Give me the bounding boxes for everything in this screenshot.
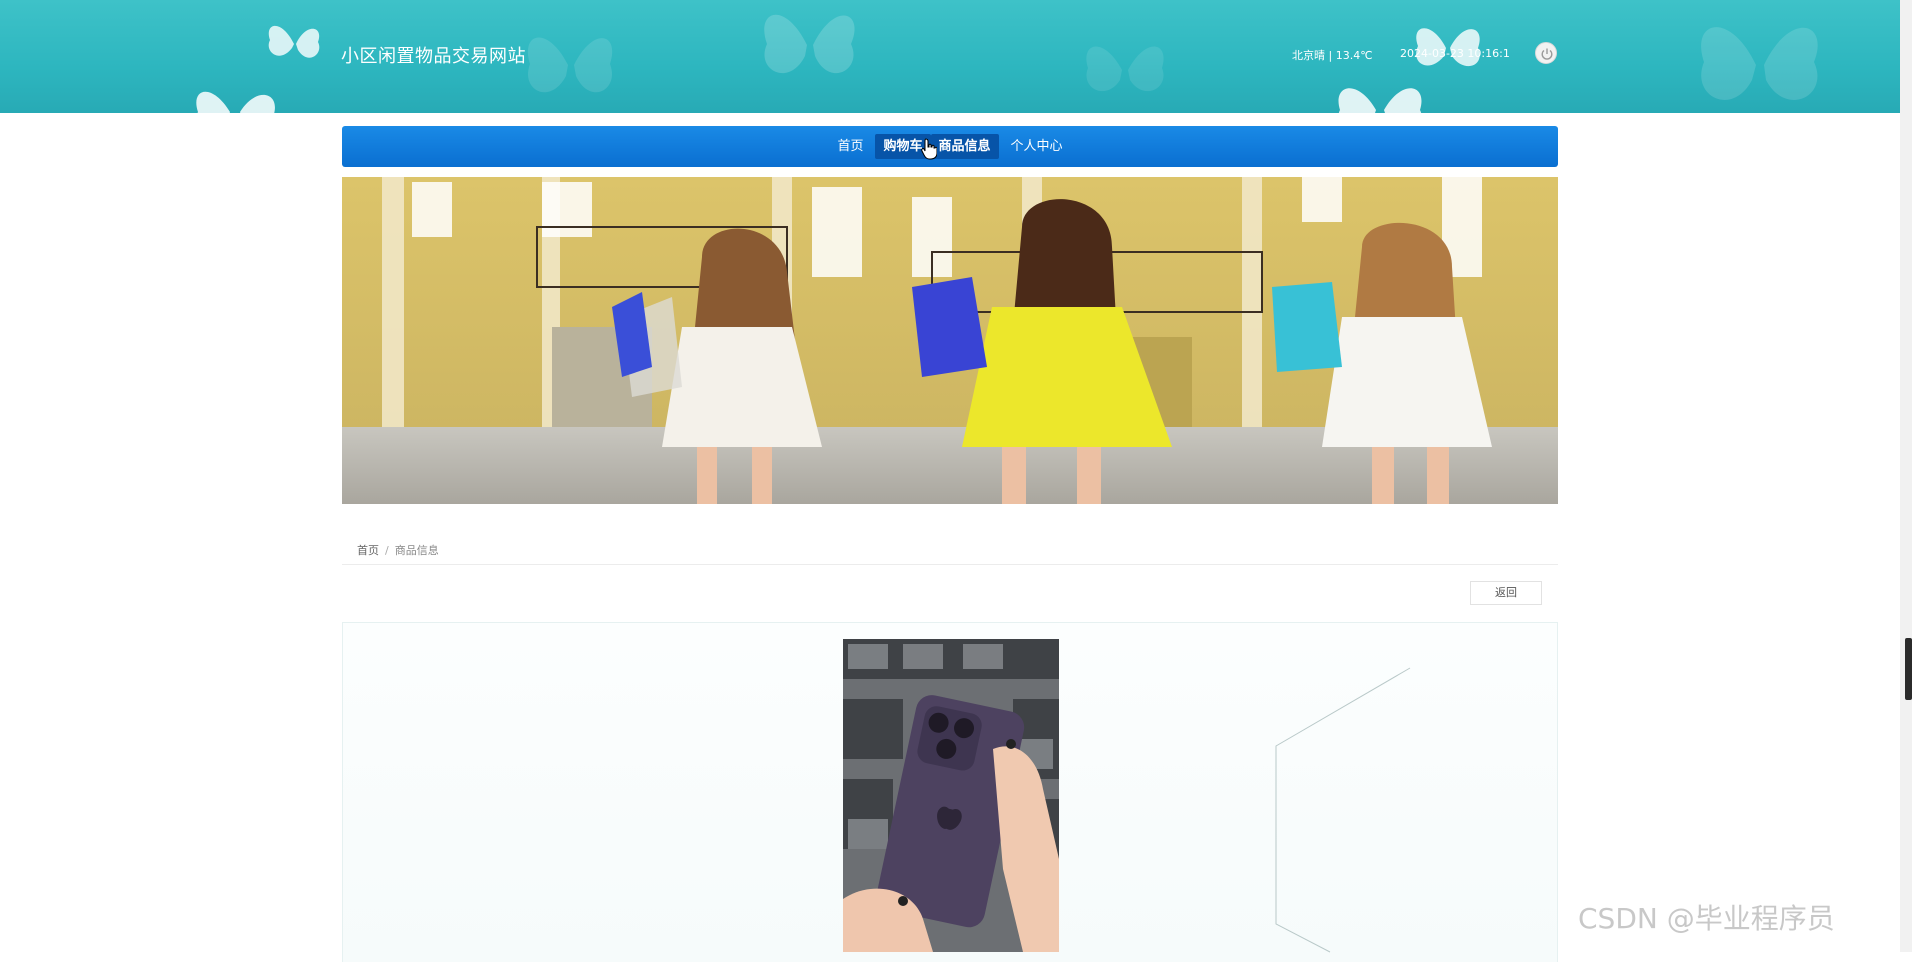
back-button[interactable]: 返回 bbox=[1470, 581, 1542, 605]
butterfly-decoration bbox=[527, 37, 613, 93]
banner-image bbox=[342, 177, 1558, 504]
product-photo bbox=[843, 639, 1059, 952]
breadcrumb-current: 商品信息 bbox=[394, 544, 439, 557]
butterfly-decoration bbox=[1701, 27, 1818, 100]
weather-info: 北京晴 | 13.4℃ bbox=[1292, 49, 1373, 62]
butterfly-decoration bbox=[1338, 88, 1422, 113]
watermark: CSDN @毕业程序员 bbox=[1578, 902, 1835, 935]
power-icon bbox=[1541, 48, 1553, 60]
main-nav: 首页 购物车 商品信息 个人中心 bbox=[342, 126, 1558, 167]
butterfly-decoration bbox=[196, 91, 275, 113]
nav-item-home[interactable]: 首页 bbox=[829, 134, 871, 159]
butterfly-decoration bbox=[1086, 46, 1164, 92]
logout-button[interactable] bbox=[1535, 42, 1557, 64]
site-header: 小区闲置物品交易网站 北京晴 | 13.4℃ 2024-03-23 10:16:… bbox=[0, 0, 1900, 113]
scrollbar-thumb[interactable] bbox=[1905, 638, 1912, 700]
product-image[interactable] bbox=[843, 639, 1059, 952]
breadcrumb: 首页 / 商品信息 bbox=[342, 540, 1558, 565]
butterfly-decoration bbox=[268, 25, 320, 58]
butterfly-decoration bbox=[764, 14, 855, 74]
datetime: 2024-03-23 10:16:1 bbox=[1400, 47, 1510, 60]
decorative-line bbox=[1275, 667, 1411, 953]
nav-item-products[interactable]: 商品信息 bbox=[930, 134, 999, 159]
nav-item-profile[interactable]: 个人中心 bbox=[1003, 134, 1071, 159]
hand-cursor-icon bbox=[921, 138, 937, 160]
breadcrumb-home[interactable]: 首页 bbox=[357, 544, 379, 557]
site-title: 小区闲置物品交易网站 bbox=[341, 46, 526, 67]
breadcrumb-separator: / bbox=[385, 544, 389, 557]
page-scrollbar[interactable] bbox=[1900, 0, 1912, 952]
hero-banner bbox=[342, 177, 1558, 504]
